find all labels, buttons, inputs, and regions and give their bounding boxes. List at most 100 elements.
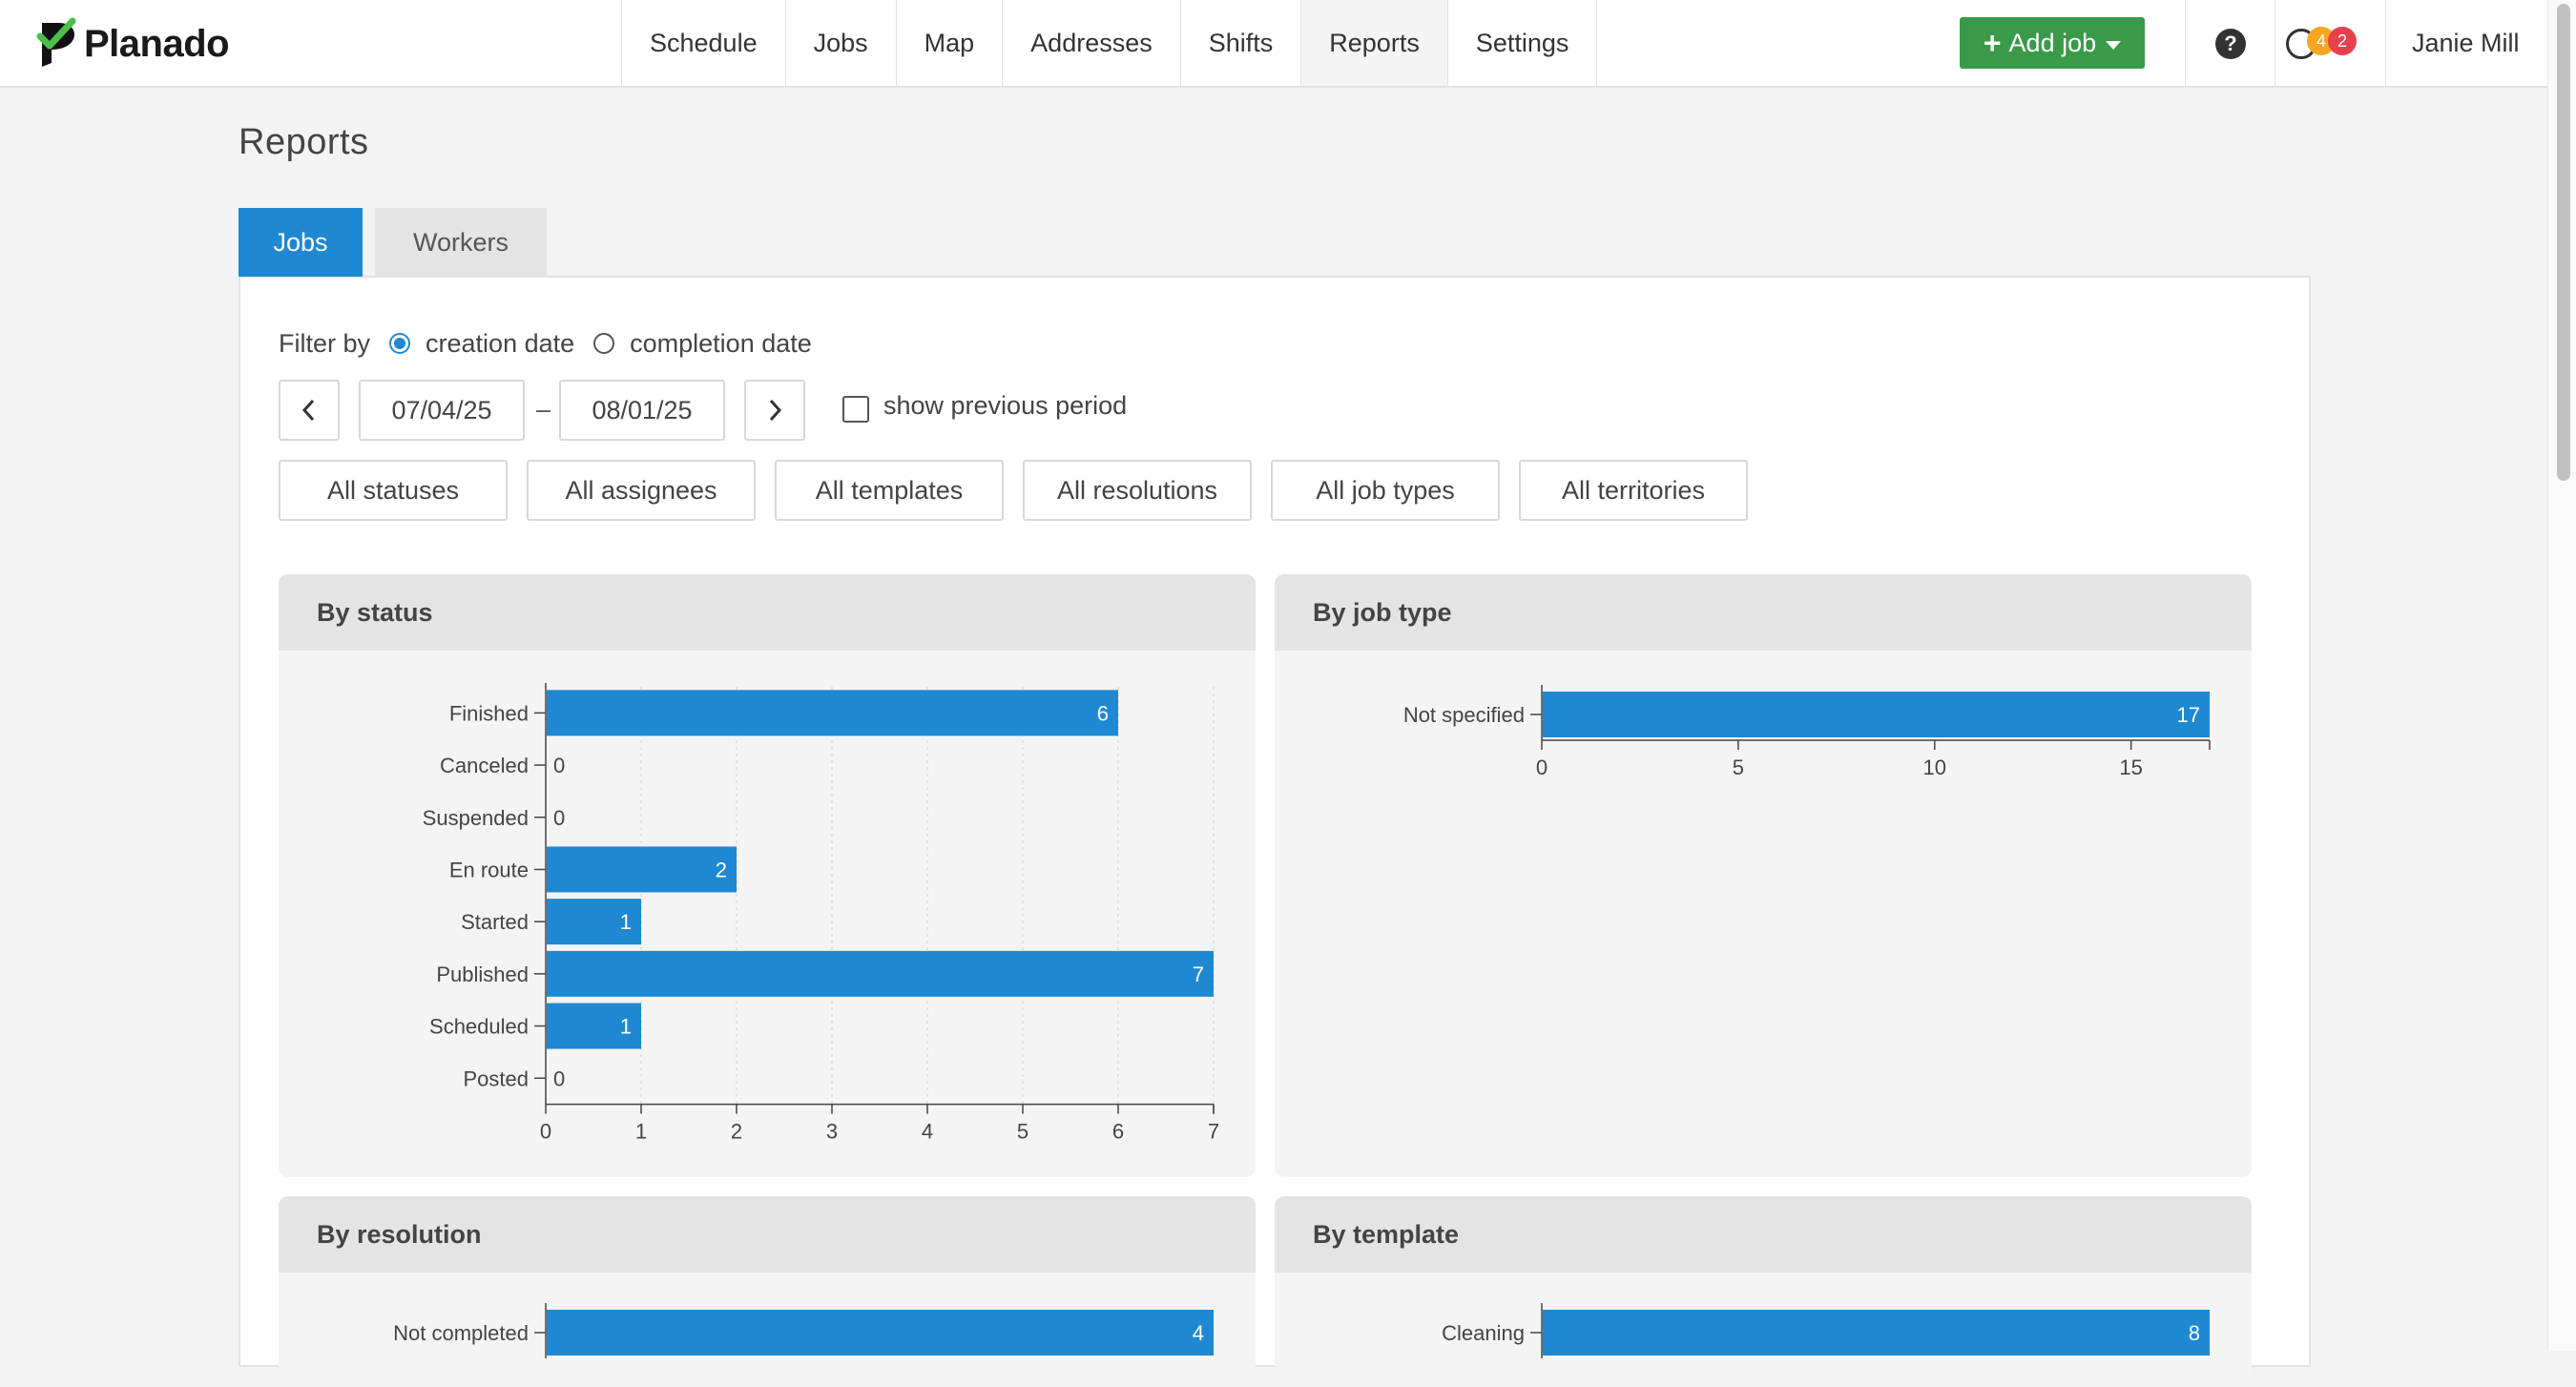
bar-value-label: 6	[1097, 701, 1109, 725]
x-tick-label: 10	[1923, 756, 1946, 779]
bar-value-label: 7	[1193, 963, 1204, 986]
top-navigation-bar: Planado Schedule Jobs Map Addresses Shif…	[0, 0, 2547, 88]
bar-value-label: 1	[620, 1015, 632, 1039]
x-tick-label: 3	[826, 1120, 838, 1144]
chart-card-by-resolution: By resolution Not completed 4	[279, 1196, 1256, 1387]
bar	[547, 1310, 1214, 1356]
category-label: Cleaning	[1442, 1321, 1525, 1345]
category-label: Scheduled	[429, 1015, 529, 1039]
scrollbar-thumb[interactable]	[2557, 4, 2570, 481]
show-previous-period-checkbox[interactable]	[842, 396, 869, 423]
creation-date-radio[interactable]	[389, 333, 411, 354]
chart-title: By status	[279, 574, 1256, 651]
planado-logo-icon	[36, 17, 76, 67]
bar-value-label: 1	[620, 910, 632, 934]
page-title: Reports	[239, 122, 369, 162]
territories-filter[interactable]: All territories	[1519, 460, 1748, 521]
filter-by-label: Filter by	[279, 328, 371, 358]
bar	[1543, 1310, 2210, 1356]
chart-card-by-status: By status Finished 6 Canceled 0 Suspended 0 En…	[279, 574, 1256, 1177]
x-tick-label: 7	[1208, 1120, 1219, 1144]
user-menu[interactable]: Janie Mill	[2412, 0, 2520, 86]
statuses-filter[interactable]: All statuses	[279, 460, 508, 521]
bar-value-label: 17	[2177, 703, 2200, 727]
main-nav: Schedule Jobs Map Addresses Shifts Repor…	[621, 0, 1598, 86]
divider	[2385, 0, 2386, 86]
notifications-button[interactable]: 4 2	[2286, 27, 2372, 61]
caret-down-icon	[2106, 40, 2122, 50]
category-label: Finished	[449, 701, 529, 725]
chart-card-by-template: By template Cleaning 8	[1275, 1196, 2252, 1387]
bar	[1543, 692, 2210, 737]
chevron-left-icon	[301, 399, 315, 422]
x-tick-label: 5	[1017, 1120, 1028, 1144]
by-job-type-chart: Not specified 17 0 5 10 15	[1403, 685, 2211, 779]
creation-date-label[interactable]: creation date	[426, 329, 574, 359]
page-scrollbar[interactable]	[2547, 0, 2576, 1351]
bar-value-label: 8	[2189, 1321, 2200, 1345]
bar	[547, 950, 1214, 997]
assignees-filter[interactable]: All assignees	[527, 460, 756, 521]
x-tick-label: 6	[1112, 1120, 1124, 1144]
job-types-filter[interactable]: All job types	[1271, 460, 1500, 521]
completion-date-radio[interactable]	[593, 333, 615, 354]
bar-value-label: 2	[716, 858, 727, 881]
logo-text: Planado	[84, 22, 230, 65]
chevron-right-icon	[769, 399, 782, 422]
bar	[547, 846, 737, 893]
templates-filter[interactable]: All templates	[775, 460, 1004, 521]
category-label: Suspended	[423, 806, 529, 830]
nav-addresses[interactable]: Addresses	[1003, 0, 1181, 86]
bar-value-label: 4	[1193, 1321, 1204, 1345]
filter-by-row: Filter by creation date completion date	[279, 324, 812, 362]
nav-shifts[interactable]: Shifts	[1181, 0, 1302, 86]
resolutions-filter[interactable]: All resolutions	[1023, 460, 1252, 521]
category-label: Not completed	[393, 1321, 529, 1345]
x-tick-label: 15	[2119, 756, 2142, 779]
x-tick-label: 0	[540, 1120, 551, 1144]
bar-value-label: 0	[553, 1066, 565, 1090]
help-icon[interactable]: ?	[2215, 29, 2246, 59]
bar-value-label: 0	[553, 806, 565, 830]
x-tick-label: 1	[635, 1120, 647, 1144]
category-label: Canceled	[440, 754, 529, 777]
date-to-input[interactable]: 08/01/25	[559, 380, 725, 441]
category-label: Published	[436, 963, 529, 986]
add-job-label: Add job	[2008, 28, 2097, 57]
date-separator: –	[536, 395, 551, 424]
previous-period-button[interactable]	[279, 380, 340, 441]
by-template-chart: Cleaning 8	[1442, 1303, 2210, 1358]
chart-title: By template	[1275, 1196, 2252, 1273]
x-tick-label: 2	[731, 1120, 742, 1144]
divider	[2185, 0, 2186, 86]
nav-map[interactable]: Map	[897, 0, 1004, 86]
add-job-button[interactable]: + Add job	[1960, 17, 2145, 69]
plus-icon: +	[1983, 25, 2002, 60]
chart-title: By job type	[1275, 574, 2252, 651]
nav-schedule[interactable]: Schedule	[622, 0, 786, 86]
category-label: En route	[449, 858, 529, 881]
completion-date-label[interactable]: completion date	[630, 329, 812, 359]
planado-logo[interactable]: Planado	[34, 17, 230, 71]
date-from-input[interactable]: 07/04/25	[359, 380, 525, 441]
x-tick-label: 5	[1733, 756, 1744, 779]
category-label: Not specified	[1403, 703, 1525, 727]
notification-badge-red: 2	[2328, 27, 2357, 55]
nav-settings[interactable]: Settings	[1448, 0, 1598, 86]
by-resolution-chart: Not completed 4	[393, 1303, 1214, 1358]
show-previous-period-label[interactable]: show previous period	[883, 391, 1127, 421]
nav-jobs[interactable]: Jobs	[786, 0, 897, 86]
bar-value-label: 0	[553, 754, 565, 777]
chart-card-by-job-type: By job type Not specified 17 0 5 10 15	[1275, 574, 2252, 1177]
bar	[547, 690, 1118, 736]
by-status-chart: Finished 6 Canceled 0 Suspended 0 En route 2 Sta…	[423, 683, 1219, 1144]
nav-reports[interactable]: Reports	[1301, 0, 1448, 86]
x-tick-label: 4	[922, 1120, 933, 1144]
tab-workers[interactable]: Workers	[375, 208, 547, 277]
chart-title: By resolution	[279, 1196, 1256, 1273]
tab-jobs[interactable]: Jobs	[239, 208, 363, 277]
next-period-button[interactable]	[744, 380, 805, 441]
category-label: Posted	[464, 1066, 530, 1090]
category-label: Started	[461, 910, 529, 934]
x-tick-label: 0	[1536, 756, 1548, 779]
